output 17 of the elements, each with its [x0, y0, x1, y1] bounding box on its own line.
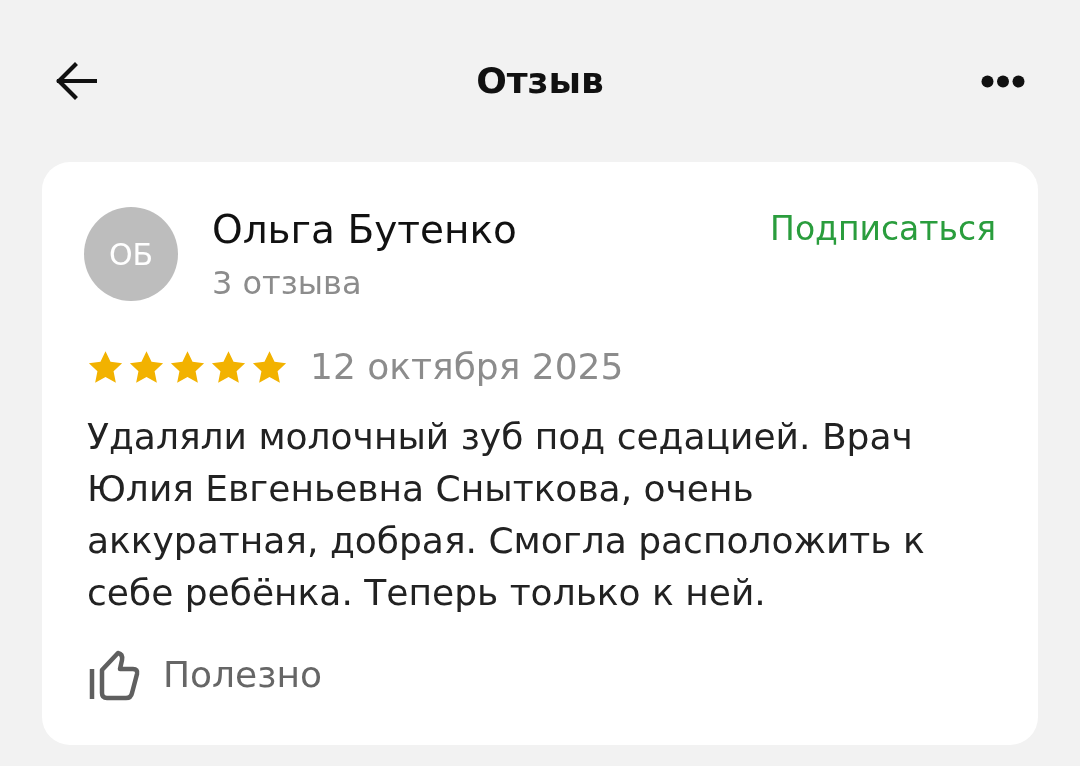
star-icon — [87, 349, 124, 385]
star-icon — [251, 349, 288, 385]
thumbs-up-icon — [89, 649, 141, 701]
review-date: 12 октября 2025 — [310, 347, 624, 387]
subscribe-link[interactable]: Подписаться — [770, 207, 996, 249]
back-button[interactable] — [54, 61, 98, 101]
review-text: Удаляли молочный зуб под седацией. Врач Юлия Евгеньевна Сныткова, очень аккуратная, добрая. Смогла расположить к себе ребёнка. Теперь только к ней. — [87, 415, 926, 615]
more-button[interactable] — [980, 74, 1026, 88]
star-icon — [128, 349, 165, 385]
helpful-button[interactable]: Полезно — [89, 649, 322, 701]
author-name: Ольга Бутенко — [212, 207, 518, 253]
reviews-count: 3 отзыва — [212, 263, 363, 303]
page-title: Отзыв — [476, 63, 604, 99]
star-icon — [169, 349, 206, 385]
back-arrow-icon — [55, 62, 97, 100]
star-icon — [210, 349, 247, 385]
more-dots-icon — [981, 74, 1025, 88]
